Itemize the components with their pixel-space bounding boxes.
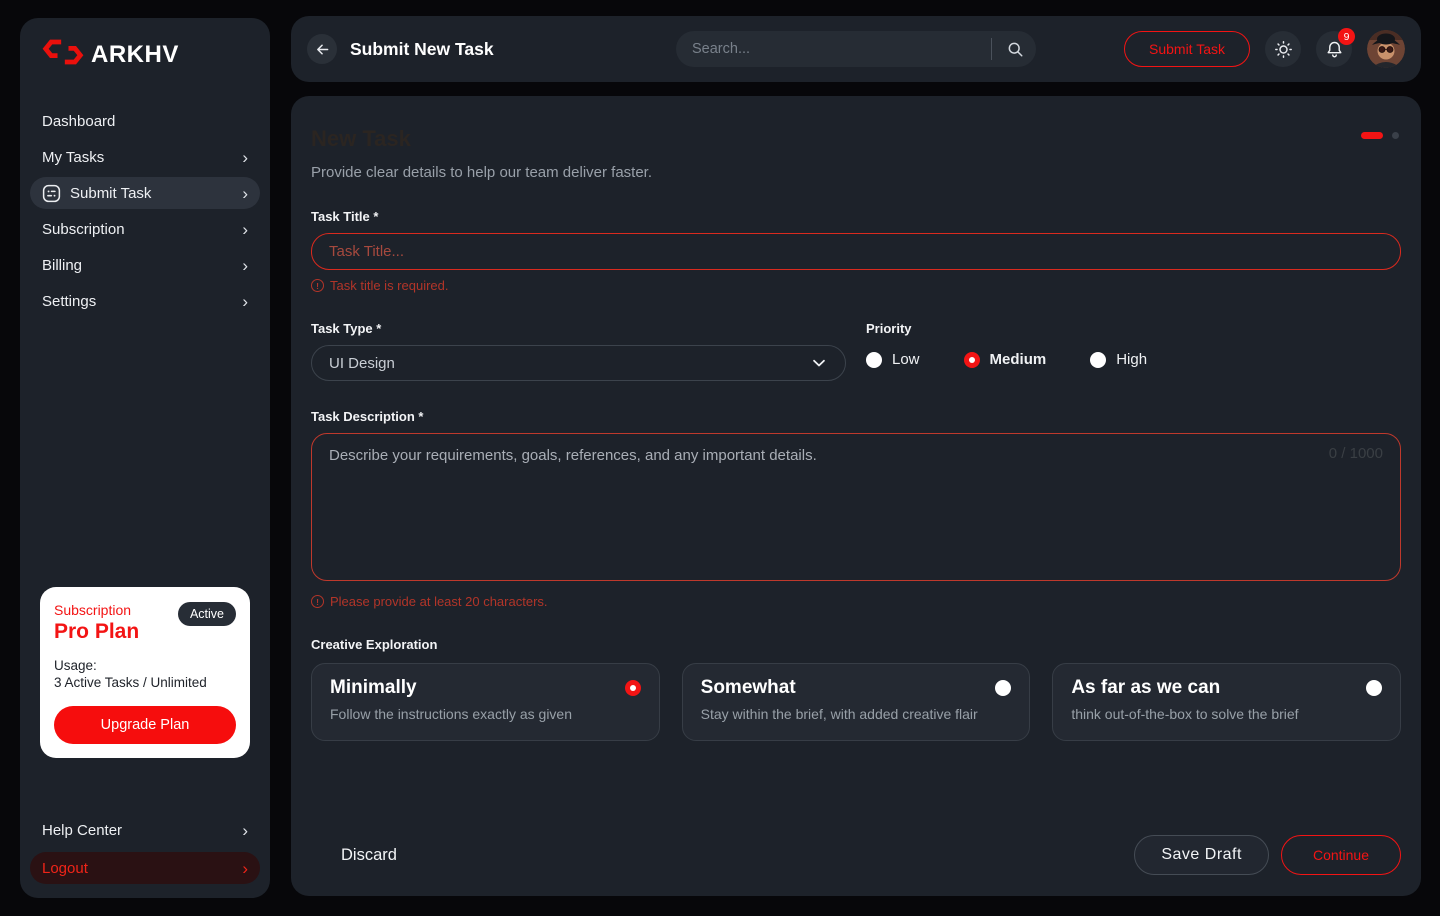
task-description-label: Task Description * [311,409,1401,424]
page-title: Submit New Task [350,39,494,60]
plan-name: Pro Plan [54,620,139,644]
notification-count-badge: 9 [1338,28,1355,45]
sidebar-item-my-tasks[interactable]: My Tasks › [30,141,260,173]
search-bar[interactable] [676,31,1036,67]
sidebar-item-subscription[interactable]: Subscription › [30,213,260,245]
creative-option-as-far-as-we-can[interactable]: As far as we can think out-of-the-box to… [1052,663,1401,741]
sidebar-nav: Dashboard My Tasks › Submit Task › [30,105,260,317]
creative-exploration-label: Creative Exploration [311,637,1401,652]
chevron-down-icon [810,354,828,372]
checklist-icon [42,184,61,203]
task-type-select[interactable]: UI Design [311,345,846,381]
search-divider [991,38,992,60]
sidebar-item-help-center[interactable]: Help Center › [30,814,260,846]
brand-name: ARKHV [91,41,179,69]
theme-toggle-button[interactable] [1265,31,1301,67]
chevron-right-icon: › [242,257,248,274]
usage-value: 3 Active Tasks / Unlimited [54,675,236,690]
sidebar-item-settings[interactable]: Settings › [30,285,260,317]
upgrade-plan-button[interactable]: Upgrade Plan [54,706,236,744]
priority-option-medium[interactable]: Medium [964,351,1047,368]
status-badge: Active [178,602,236,626]
priority-options: Low Medium High [866,351,1401,368]
sidebar-item-logout[interactable]: Logout › [30,852,260,884]
radio-icon[interactable] [995,680,1011,696]
submit-task-button[interactable]: Submit Task [1124,31,1250,67]
continue-button[interactable]: Continue [1281,835,1401,875]
form-heading: New Task [311,126,1401,152]
search-input[interactable] [692,41,991,57]
radio-icon[interactable] [866,352,882,368]
task-title-error: ! Task title is required. [311,278,1401,293]
task-title-input[interactable] [311,233,1401,270]
task-title-label: Task Title * [311,209,1401,224]
form-footer: Discard Save Draft Continue [311,834,1401,876]
chevron-right-icon: › [242,822,248,839]
usage-label: Usage: [54,658,236,673]
radio-selected-icon[interactable] [964,352,980,368]
user-avatar[interactable] [1367,30,1405,68]
sidebar-item-dashboard[interactable]: Dashboard [30,105,260,137]
chevron-right-icon: › [242,149,248,166]
discard-button[interactable]: Discard [341,846,397,865]
chevron-right-icon: › [242,185,248,202]
step-indicator [1361,132,1399,139]
notifications-button[interactable]: 9 [1316,31,1352,67]
sidebar: ARKHV Dashboard My Tasks › Sub [20,18,270,898]
sun-icon [1273,39,1294,60]
search-icon[interactable] [1000,34,1030,64]
creative-exploration-options: Minimally Follow the instructions exactl… [311,663,1401,741]
priority-label: Priority [866,321,1401,336]
radio-selected-icon[interactable] [625,680,641,696]
arrow-left-icon [314,41,331,58]
back-button[interactable] [307,34,337,64]
task-type-label: Task Type * [311,321,846,336]
chevron-right-icon: › [242,221,248,238]
step-inactive-dot [1392,132,1399,139]
sidebar-item-submit-task[interactable]: Submit Task › [30,177,260,209]
creative-option-minimally[interactable]: Minimally Follow the instructions exactl… [311,663,660,741]
priority-option-low[interactable]: Low [866,351,920,368]
brand-logo: ARKHV [30,38,260,71]
save-draft-button[interactable]: Save Draft [1134,835,1269,875]
top-bar: Submit New Task Submit Task 9 [291,16,1421,82]
subscription-card: Subscription Pro Plan Active Usage: 3 Ac… [40,587,250,758]
alert-icon: ! [311,595,324,608]
sidebar-item-billing[interactable]: Billing › [30,249,260,281]
task-description-error: ! Please provide at least 20 characters. [311,594,1401,609]
sidebar-footer: Help Center › Logout › [30,814,260,884]
chevron-right-icon: › [242,860,248,877]
radio-icon[interactable] [1366,680,1382,696]
creative-option-somewhat[interactable]: Somewhat Stay within the brief, with add… [682,663,1031,741]
radio-icon[interactable] [1090,352,1106,368]
subscription-card-title: Subscription [54,602,139,618]
alert-icon: ! [311,279,324,292]
task-form-card: New Task Provide clear details to help o… [291,96,1421,896]
step-active-bar [1361,132,1383,139]
chevron-right-icon: › [242,293,248,310]
character-counter: 0 / 1000 [1329,445,1383,462]
task-description-input[interactable] [311,433,1401,581]
task-type-selected-value: UI Design [329,355,395,372]
priority-option-high[interactable]: High [1090,351,1147,368]
sidebar-item-label: Submit Task [70,185,151,202]
brand-logo-icon [42,38,84,71]
form-subheading: Provide clear details to help our team d… [311,164,1401,181]
